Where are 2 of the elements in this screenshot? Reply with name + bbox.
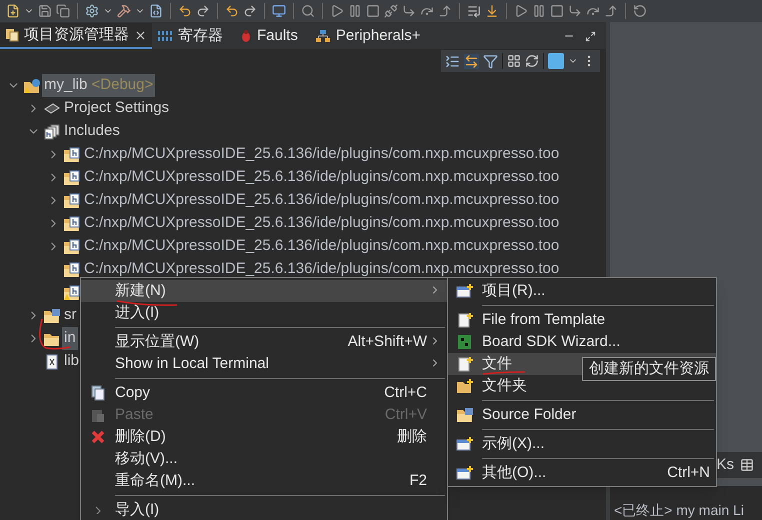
console-text: <已终止> my main Li — [614, 502, 744, 518]
tooltip: 创建新的文件资源 — [582, 357, 716, 381]
